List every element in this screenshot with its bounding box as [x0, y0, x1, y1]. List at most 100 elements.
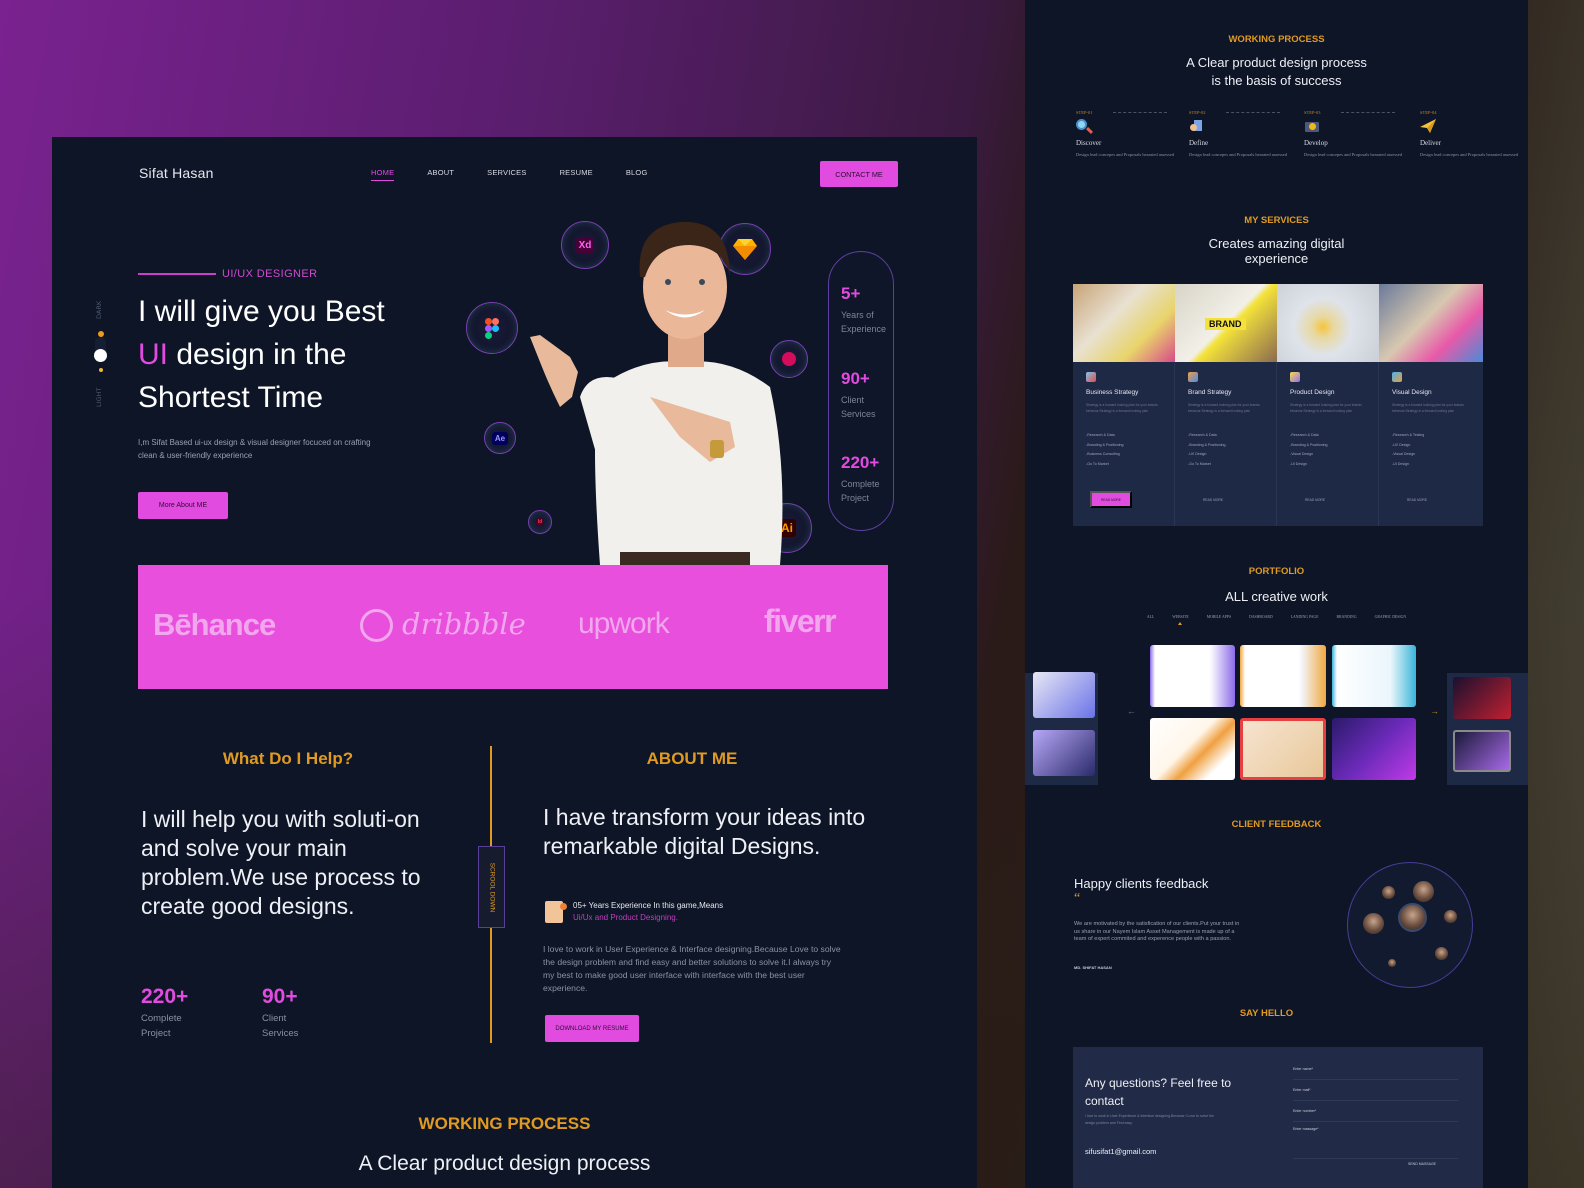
services-subtitle-line2: experience [1244, 251, 1309, 266]
feature-item: -Branding & Positioning [1188, 442, 1226, 447]
client-avatar[interactable] [1382, 886, 1395, 899]
portfolio-item[interactable] [1332, 718, 1416, 780]
step-deliver: STEP-04 Deliver Design lead concepes and… [1420, 110, 1520, 159]
service-image-business [1073, 284, 1175, 362]
brand-icon [1188, 372, 1198, 382]
portfolio-item[interactable] [1150, 718, 1235, 780]
feedback-author: MD. SHIFAT HASAN [1074, 965, 1112, 970]
client-avatar[interactable] [1444, 910, 1457, 923]
portfolio-item[interactable] [1332, 645, 1416, 707]
client-avatar[interactable] [1435, 947, 1448, 960]
stat-experience: 5+ Years of Experience [841, 284, 893, 336]
stat-label: Years of Experience [841, 310, 887, 334]
prev-arrow[interactable]: ← [1127, 706, 1136, 716]
step-connector [1113, 112, 1167, 113]
read-more-button[interactable]: READ MORE [1090, 491, 1132, 508]
number-field[interactable] [1293, 1101, 1458, 1122]
feature-item: -UX Design [1392, 442, 1411, 447]
after-effects-icon: Ae [491, 431, 509, 445]
client-avatar[interactable] [1363, 913, 1384, 934]
tab-website[interactable]: WEBSITE [1172, 615, 1189, 625]
read-more-button[interactable]: READ MORE [1396, 491, 1438, 508]
theme-toggle[interactable]: DARK LIGHT [92, 297, 112, 407]
paper-plane-icon [1420, 119, 1436, 135]
client-avatar[interactable] [1388, 959, 1396, 967]
portfolio-item[interactable] [1150, 645, 1235, 707]
next-arrow[interactable]: → [1430, 706, 1439, 716]
send-message-button[interactable]: SEND MASSAGE [1408, 1162, 1436, 1166]
email-field[interactable] [1293, 1080, 1458, 1101]
nav-about[interactable]: ABOUT [427, 168, 454, 181]
service-description: Strategy is a forward looking plan for y… [1392, 403, 1464, 413]
site-logo[interactable]: Sifat Hasan [139, 165, 214, 181]
message-field[interactable] [1293, 1122, 1458, 1159]
portfolio-thumb-mobile[interactable] [1033, 672, 1095, 718]
left-eye [665, 279, 671, 285]
tab-all[interactable]: ALL [1147, 615, 1154, 619]
help-text: I will help you with soluti-on and solve… [141, 806, 421, 919]
feature-item: -Research & Data [1188, 433, 1217, 438]
tab-dashboard[interactable]: DASHBOARD [1249, 615, 1273, 619]
service-card: Visual Design Strategy is a forward look… [1379, 362, 1481, 526]
process-subtitle-line2: is the basis of success [1211, 73, 1342, 88]
stat-label: Complete Project [841, 479, 880, 503]
service-card: Brand Strategy Strategy is a forward loo… [1175, 362, 1277, 526]
tab-mobile-apps[interactable]: MOBILE APPS [1207, 615, 1231, 619]
tab-graphic-design[interactable]: GRAPHIC DESIGN [1375, 615, 1407, 619]
name-field[interactable] [1293, 1059, 1458, 1080]
service-name: Product Design [1290, 389, 1335, 396]
step-connector [1226, 112, 1280, 113]
tab-landing-page[interactable]: LANDING PAGE [1291, 615, 1319, 619]
client-avatars-circle [1347, 862, 1473, 988]
nav-services[interactable]: SERVICES [487, 168, 526, 181]
step-description: Design lead concepes and Proposals heara… [1304, 152, 1402, 157]
portfolio-thumb-app[interactable] [1033, 730, 1095, 776]
stat-value: 220+ [841, 453, 880, 472]
process-heading: WORKING PROCESS [1228, 34, 1325, 45]
tag-line [138, 273, 216, 275]
ae-bubble: Ae [484, 422, 516, 454]
nav-resume[interactable]: RESUME [560, 168, 593, 181]
brands-bar: Bēhance dribbble upwork fiverr [138, 565, 888, 689]
step-name: Develop [1304, 139, 1328, 147]
fiverr-logo[interactable]: fiverr [764, 603, 837, 640]
portfolio-thumb-dark[interactable] [1453, 730, 1511, 772]
service-features: -Research & Data -Branding & Positioning… [1086, 431, 1174, 469]
main-nav: HOME ABOUT SERVICES RESUME BLOG [371, 168, 681, 181]
feature-item: -UX Design [1188, 452, 1207, 457]
tab-branding[interactable]: BRANDING [1337, 615, 1357, 619]
contact-email[interactable]: sifusifat1@gmail.com [1085, 1147, 1156, 1156]
monitor-gear-icon [1304, 119, 1320, 135]
experience-specialty: Ui/Ux and Product Designing. [573, 913, 678, 922]
service-name: Brand Strategy [1188, 389, 1232, 396]
download-resume-button[interactable]: DOWNLOAD MY RESUME [545, 1015, 639, 1042]
nav-home[interactable]: HOME [371, 168, 395, 181]
client-avatar[interactable] [1413, 881, 1434, 902]
working-process-subtitle: A Clear product design process [358, 1152, 651, 1175]
stat-label: Client Services [841, 395, 876, 419]
dribbble-logo[interactable]: dribbble [402, 607, 526, 641]
client-avatar-featured[interactable] [1398, 903, 1427, 932]
portfolio-item[interactable] [1240, 718, 1326, 780]
contact-me-button[interactable]: CONTACT ME [820, 161, 898, 187]
portfolio-item[interactable] [1240, 645, 1326, 707]
read-more-button[interactable]: READ MORE [1192, 491, 1234, 508]
service-features: -Research & Data -Branding & Positioning… [1188, 431, 1276, 469]
nav-blog[interactable]: BLOG [626, 168, 648, 181]
service-description: Strategy is a forward looking plan for y… [1086, 403, 1158, 413]
service-name: Visual Design [1392, 389, 1432, 396]
toggle-knob[interactable] [94, 349, 107, 362]
feature-item: -Research & Testing [1392, 433, 1425, 438]
about-title: I have transform your ideas into remarka… [543, 804, 866, 859]
step-name: Discover [1076, 139, 1102, 147]
scroll-down-button[interactable]: SCROOL DOWN [478, 846, 505, 928]
read-more-button[interactable]: READ MORE [1294, 491, 1336, 508]
service-image-product [1277, 284, 1379, 362]
more-about-me-button[interactable]: More About ME [138, 492, 228, 519]
portfolio-thumb-skull[interactable] [1453, 677, 1511, 719]
feature-item: -Visual Design [1290, 452, 1314, 457]
wristwatch [710, 440, 724, 458]
upwork-logo[interactable]: upwork [578, 607, 670, 641]
document-icon [1189, 119, 1205, 135]
behance-logo[interactable]: Bēhance [153, 607, 276, 643]
